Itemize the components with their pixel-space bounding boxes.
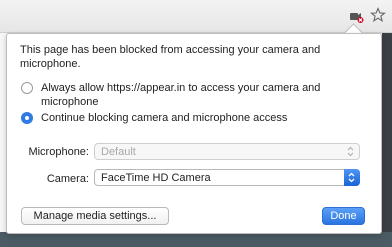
radio-block-label[interactable]: Continue blocking camera and microphone …: [41, 111, 341, 125]
browser-toolbar: [0, 0, 392, 33]
select-stepper-icon: [347, 146, 354, 157]
media-permission-bubble: This page has been blocked from accessin…: [6, 33, 382, 234]
page-background: [382, 33, 392, 247]
camera-select-value: FaceTime HD Camera: [101, 172, 211, 184]
camera-blocked-icon[interactable]: [350, 11, 364, 23]
microphone-select-value: Default: [101, 146, 136, 158]
manage-media-settings-button[interactable]: Manage media settings...: [21, 207, 169, 225]
star-icon[interactable]: [370, 7, 386, 23]
microphone-label: Microphone:: [28, 146, 89, 158]
microphone-select: Default: [94, 143, 360, 160]
radio-allow-button[interactable]: [21, 82, 33, 94]
camera-label: Camera:: [46, 173, 89, 185]
bubble-title: This page has been blocked from accessin…: [20, 44, 321, 70]
radio-block-button[interactable]: [21, 112, 33, 124]
camera-select[interactable]: FaceTime HD Camera: [94, 169, 360, 186]
radio-allow-label[interactable]: Always allow https://appear.in to access…: [41, 81, 341, 109]
page-background-bottom: [0, 232, 392, 247]
select-stepper-icon[interactable]: [346, 172, 357, 183]
done-button[interactable]: Done: [322, 207, 365, 225]
